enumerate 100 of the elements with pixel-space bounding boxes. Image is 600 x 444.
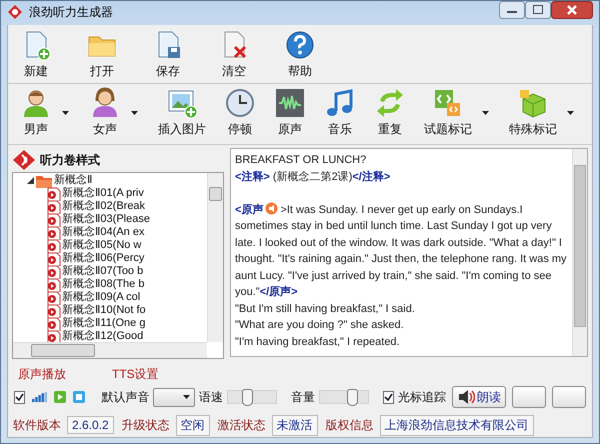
read-button[interactable]: 朗读: [452, 386, 506, 408]
close-icon: [551, 1, 593, 19]
toolbar-button[interactable]: 原声: [268, 87, 312, 138]
tree-item[interactable]: 新概念Ⅱ11(One g: [62, 317, 146, 330]
audio-file-icon: [45, 304, 61, 318]
section-label: 原声播放: [18, 366, 66, 382]
audio-file-icon: [45, 212, 61, 226]
section-label: TTS设置: [112, 366, 159, 382]
maximize-icon: [525, 1, 551, 19]
toolbar-button[interactable]: 男声: [14, 87, 77, 138]
caret-icon: [183, 395, 190, 399]
stop-button[interactable]: [73, 391, 86, 403]
status-label: 激活状态: [216, 416, 267, 434]
toolbar-button[interactable]: 停顿: [218, 87, 262, 138]
waveform-icon: [274, 87, 306, 119]
app-logo-icon: [7, 4, 23, 20]
speaker-icon: [265, 202, 278, 214]
field-label: 音量: [291, 388, 315, 406]
toolbar-button[interactable]: 保存: [146, 29, 190, 80]
caret-icon: [567, 110, 574, 114]
voice-dropdown[interactable]: [153, 388, 195, 406]
slider-thumb[interactable]: [242, 389, 254, 406]
scrollbar[interactable]: [572, 149, 587, 356]
caret-icon: [131, 110, 138, 114]
check-icon: [15, 392, 24, 402]
toolbar-button[interactable]: 清空: [212, 29, 256, 80]
tree-item[interactable]: 新概念Ⅱ05(No w: [62, 239, 142, 252]
toolbar-button[interactable]: 试题标记: [418, 87, 497, 138]
tree-item[interactable]: 新概念Ⅱ08(The b: [62, 278, 144, 291]
markup-tag: </注释>: [352, 170, 390, 182]
play-button[interactable]: [54, 391, 66, 403]
panel-title: 听力卷样式: [40, 152, 100, 168]
tree-item[interactable]: 新概念Ⅱ02(Break: [62, 200, 146, 213]
field-label: 语速: [199, 388, 223, 406]
folder-icon: [35, 174, 53, 188]
toolbar-button[interactable]: 重复: [368, 87, 412, 138]
markup-tag: </原声>: [260, 286, 298, 298]
markup-tag: <原声: [235, 204, 264, 216]
stop-icon: [73, 391, 86, 403]
text-line: "What are you doing ?" she asked.: [235, 319, 404, 331]
toolbar-button[interactable]: 音乐: [318, 87, 362, 138]
tree-item[interactable]: 新概念Ⅱ12(Good: [62, 330, 144, 342]
scrollbar[interactable]: [207, 173, 223, 342]
check-icon: [384, 392, 393, 402]
tree-item[interactable]: 新概念Ⅱ07(Too b: [62, 265, 144, 278]
text-line: sometimes stay in bed until lunch time. Last Sunday I got up very: [235, 220, 552, 232]
audio-file-icon: [45, 252, 61, 266]
tree-item[interactable]: 新概念Ⅱ04(An ex: [62, 226, 144, 239]
minimize-icon: [499, 1, 525, 19]
toolbar-button[interactable]: 女声: [83, 87, 146, 138]
tree-item[interactable]: 新概念Ⅱ10(Not fo: [62, 304, 146, 317]
markup-tag: <注释>: [235, 170, 270, 182]
toolbar-button[interactable]: 新建: [14, 29, 58, 80]
clock-icon: [224, 87, 256, 119]
audio-file-icon: [45, 316, 61, 330]
button[interactable]: [512, 386, 546, 408]
checkbox[interactable]: [383, 390, 394, 404]
scrollbar[interactable]: [13, 342, 207, 358]
audio-file-icon: [45, 238, 61, 252]
tree-item[interactable]: 新概念Ⅱ: [54, 174, 92, 187]
text-line: "But I'm still having breakfast," I said.: [235, 302, 415, 314]
audio-file-icon: [45, 278, 61, 292]
toolbar-button[interactable]: 打开: [80, 29, 124, 80]
tree-item[interactable]: 新概念Ⅱ06(Percy: [62, 252, 144, 265]
toolbar-button[interactable]: 帮助: [278, 29, 322, 80]
button[interactable]: [552, 386, 586, 408]
text-line: "I'm having breakfast," I repeated.: [235, 336, 400, 348]
tree-item[interactable]: 新概念Ⅱ01(A priv: [62, 187, 144, 200]
text-line: >It was Sunday. I never get up early on Sundays.I: [280, 204, 523, 216]
status-value: 上海浪劲信息技术有限公司: [380, 414, 534, 436]
slider[interactable]: [227, 390, 277, 404]
checkbox[interactable]: [14, 390, 25, 404]
checkbox-label: 光标追踪: [398, 388, 446, 406]
status-value: 未激活: [272, 414, 318, 436]
text-line: BREAKFAST OR LUNCH?: [235, 154, 366, 166]
logo-icon: [12, 149, 36, 171]
text-line: (新概念二第2课): [272, 170, 352, 182]
caret-icon: [62, 110, 69, 114]
speaker-icon: [457, 389, 475, 405]
text-line: aunt Lucy. "I've just arrived by train," she said. "I'm coming to see: [235, 270, 552, 282]
status-value: 空闲: [176, 414, 210, 436]
audio-file-icon: [45, 264, 61, 278]
audio-file-icon: [45, 226, 61, 240]
audio-file-icon: [45, 200, 61, 214]
text-line: thought. "It's raining again." Just then, the telephone rang. It was my: [235, 253, 567, 265]
slider[interactable]: [319, 390, 369, 404]
slider-thumb[interactable]: [346, 389, 358, 406]
tree-item[interactable]: 新概念Ⅱ03(Please: [62, 213, 150, 226]
toolbar-button[interactable]: 插入图片: [152, 87, 212, 138]
text-line: late. I looked out of the window. It was dark outside. "What a day!" I: [235, 236, 562, 248]
help-icon: [284, 29, 316, 61]
status-label: 升级状态: [120, 416, 171, 434]
field-label: 默认声音: [101, 388, 150, 406]
toolbar-button[interactable]: 特殊标记: [503, 87, 582, 138]
play-icon: [54, 391, 66, 403]
audio-file-icon: [45, 290, 61, 304]
window-title: 浪劲听力生成器: [29, 4, 113, 20]
tree-item[interactable]: 新概念Ⅱ09(A col: [62, 291, 140, 304]
text-line: you.": [235, 286, 260, 298]
audio-file-icon: [45, 186, 61, 200]
